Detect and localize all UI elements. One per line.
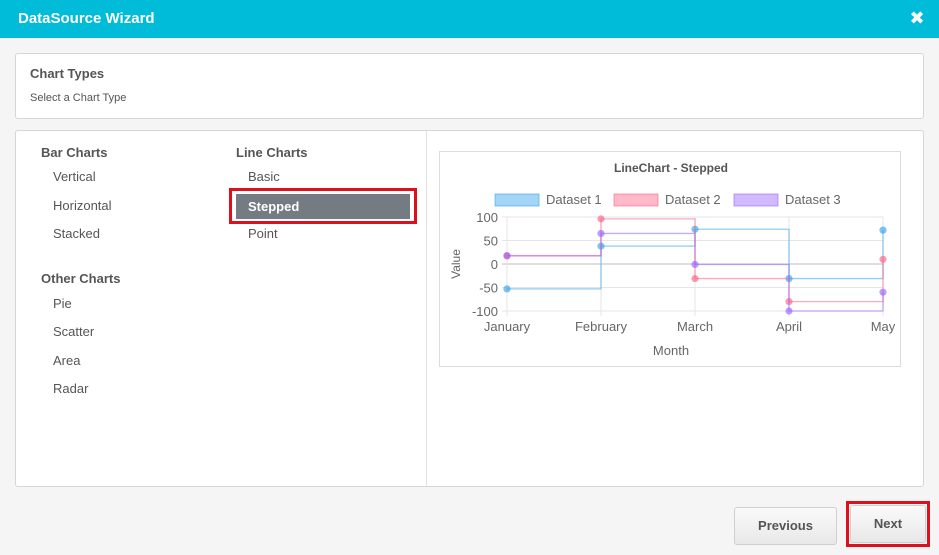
chart-types-panel: Chart Types Select a Chart Type	[15, 53, 924, 119]
previous-button[interactable]: Previous	[734, 507, 837, 545]
chart-types-heading: Chart Types	[30, 66, 105, 81]
group-title-line-charts: Line Charts	[236, 145, 308, 160]
chart-title: LineChart - Stepped	[614, 161, 728, 175]
window-title: DataSource Wizard	[18, 10, 155, 27]
data-point	[785, 307, 793, 315]
y-axis-title: Value	[449, 249, 463, 279]
chart-preview: LineChart - Stepped Dataset 1 Dataset 2 Dat…	[439, 151, 901, 367]
chart-svg: LineChart - Stepped Dataset 1 Dataset 2 Dat…	[449, 161, 896, 358]
y-tick-label: 50	[484, 234, 498, 249]
data-point	[879, 255, 887, 263]
chart-type-area[interactable]: Area	[53, 353, 80, 368]
data-point	[597, 229, 605, 238]
title-bar: DataSource Wizard ✖	[0, 0, 939, 38]
group-title-other-charts: Other Charts	[41, 271, 121, 286]
y-tick-label: 100	[476, 210, 498, 225]
chart-type-pie[interactable]: Pie	[53, 296, 72, 311]
data-point	[879, 288, 887, 296]
x-axis-title: Month	[653, 343, 689, 358]
chart-type-point[interactable]: Point	[248, 226, 278, 241]
panel-divider	[426, 131, 427, 486]
data-point	[597, 215, 605, 223]
legend-label: Dataset 3	[785, 192, 841, 207]
close-icon[interactable]: ✖	[909, 9, 925, 27]
group-title-bar-charts: Bar Charts	[41, 145, 108, 160]
chart-type-radar[interactable]: Radar	[53, 381, 88, 396]
legend-swatch	[733, 193, 779, 207]
data-point	[879, 226, 887, 234]
chart-type-basic[interactable]: Basic	[248, 169, 280, 184]
x-tick-label: March	[677, 319, 713, 334]
x-tick-label: April	[776, 319, 802, 334]
chart-type-horizontal[interactable]: Horizontal	[53, 198, 112, 213]
data-point	[503, 251, 511, 260]
legend-swatch	[494, 193, 540, 207]
y-tick-label: -50	[479, 281, 498, 296]
legend-label: Dataset 1	[546, 192, 602, 207]
data-point	[691, 274, 699, 283]
chart-selection-panel: Bar Charts Vertical Horizontal Stacked O…	[15, 130, 924, 487]
selection-highlight-box	[229, 188, 417, 224]
next-highlight-box	[846, 501, 930, 547]
chart-type-vertical[interactable]: Vertical	[53, 169, 96, 184]
legend-label: Dataset 2	[665, 192, 721, 207]
y-tick-label: -100	[472, 304, 498, 319]
legend-swatch	[613, 193, 659, 207]
x-tick-label: January	[484, 319, 531, 334]
chart-type-scatter[interactable]: Scatter	[53, 324, 94, 339]
x-tick-label: February	[575, 319, 628, 334]
y-tick-label: 0	[491, 257, 498, 272]
chart-types-subheading: Select a Chart Type	[30, 92, 127, 104]
data-point	[503, 285, 511, 293]
chart-type-stacked[interactable]: Stacked	[53, 226, 100, 241]
data-point	[691, 260, 699, 269]
x-tick-label: May	[871, 319, 896, 334]
